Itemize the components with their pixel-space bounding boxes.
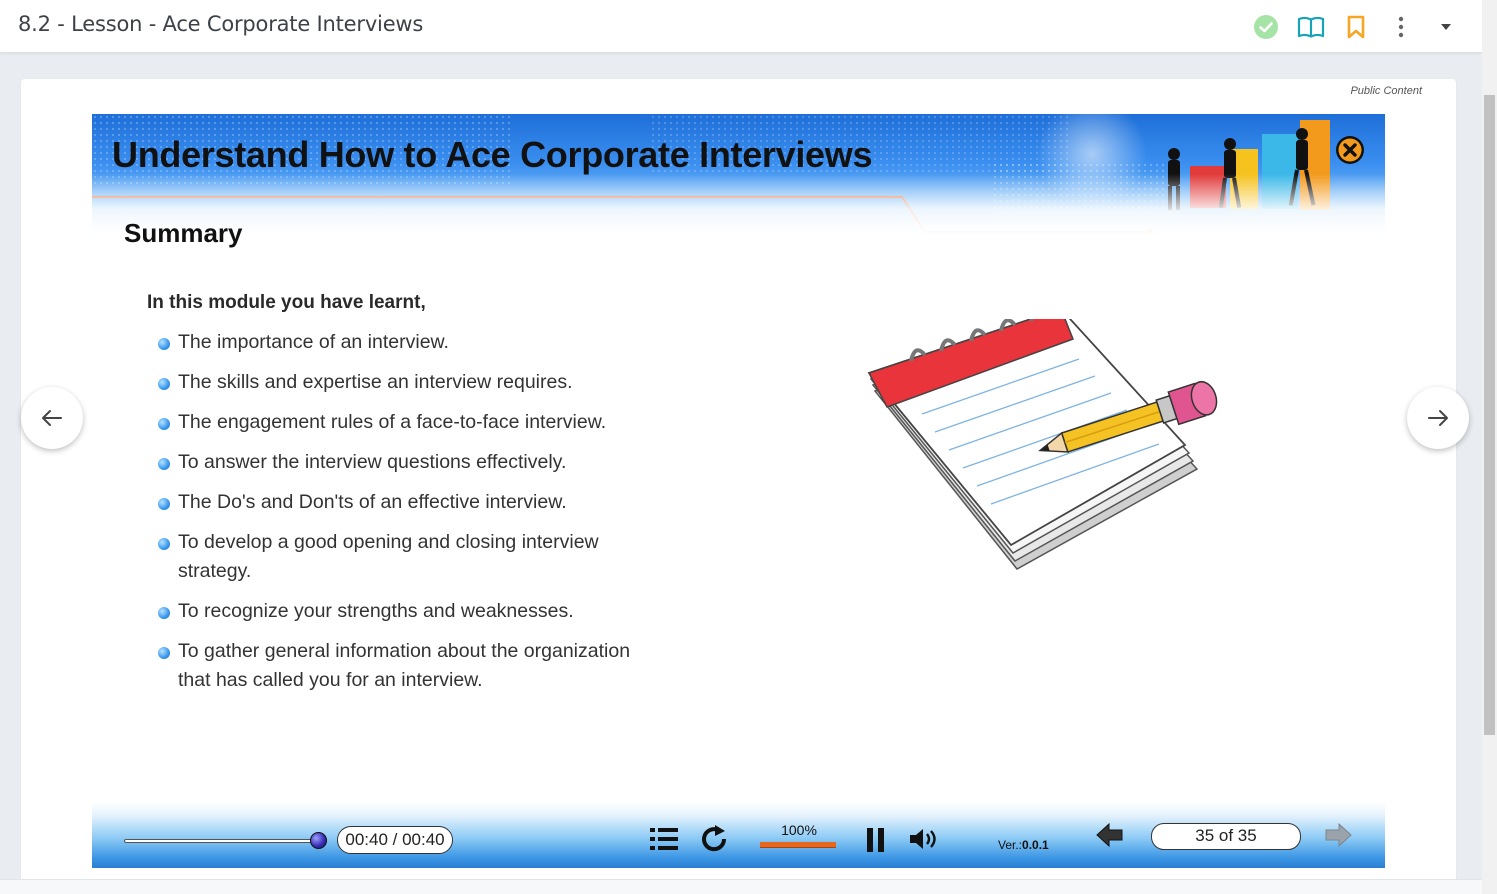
slide-title: Understand How to Ace Corporate Intervie… <box>112 134 873 175</box>
bullet-icon <box>158 378 170 390</box>
version-number: 0.0.1 <box>1022 838 1049 852</box>
list-item: The importance of an interview. <box>158 328 658 357</box>
bullet-icon <box>158 538 170 550</box>
banner-fade <box>92 174 1385 238</box>
list-item: To recognize your strengths and weakness… <box>158 597 658 626</box>
seek-handle[interactable] <box>310 832 327 849</box>
list-item-text: To gather general information about the … <box>178 640 631 691</box>
list-item-text: To develop a good opening and closing in… <box>178 531 599 582</box>
pause-icon[interactable] <box>866 827 886 858</box>
zoom-bar[interactable] <box>760 842 836 848</box>
list-item-text: To answer the interview questions effect… <box>178 451 567 473</box>
bullet-icon <box>158 458 170 470</box>
volume-icon[interactable] <box>909 826 939 857</box>
page-title: 8.2 - Lesson - Ace Corporate Interviews <box>18 12 424 36</box>
previous-page-button[interactable] <box>21 387 83 449</box>
list-item: To answer the interview questions effect… <box>158 448 658 477</box>
page-counter: 35 of 35 <box>1151 823 1301 850</box>
close-icon[interactable] <box>1335 135 1365 170</box>
bullet-icon <box>158 647 170 659</box>
list-item: The engagement rules of a face-to-face i… <box>158 408 658 437</box>
next-page-button[interactable] <box>1407 387 1469 449</box>
list-item: To gather general information about the … <box>158 637 658 695</box>
page-footer-strip <box>0 879 1482 894</box>
list-item-text: The skills and expertise an interview re… <box>178 371 573 393</box>
caret-down-icon[interactable] <box>1423 13 1468 41</box>
list-item-text: To recognize your strengths and weakness… <box>178 600 574 622</box>
list-item: The Do's and Don'ts of an effective inte… <box>158 488 658 517</box>
lesson-slide: Understand How to Ace Corporate Intervie… <box>92 114 1385 868</box>
check-circle-icon[interactable] <box>1243 13 1288 41</box>
more-vertical-icon[interactable] <box>1378 13 1423 41</box>
version-label: Ver.:0.0.1 <box>998 838 1049 852</box>
menu-list-icon[interactable] <box>650 826 678 857</box>
top-actions <box>1243 13 1468 41</box>
previous-arrow-icon[interactable] <box>1096 822 1124 853</box>
zoom-label: 100% <box>781 822 817 838</box>
bullet-icon <box>158 418 170 430</box>
list-item-text: The Do's and Don'ts of an effective inte… <box>178 491 567 513</box>
arrow-left-icon <box>42 410 62 426</box>
bullet-icon <box>158 338 170 350</box>
seek-track[interactable] <box>124 839 319 843</box>
page-scrollbar[interactable] <box>1482 0 1497 894</box>
arrow-right-icon <box>1428 410 1448 426</box>
top-bar: 8.2 - Lesson - Ace Corporate Interviews <box>0 0 1482 53</box>
bullet-icon <box>158 607 170 619</box>
replay-icon[interactable] <box>700 825 730 858</box>
list-item-text: The engagement rules of a face-to-face i… <box>178 411 607 433</box>
scrollbar-thumb[interactable] <box>1484 95 1495 735</box>
slide-banner: Understand How to Ace Corporate Intervie… <box>92 114 1385 238</box>
list-item-text: The importance of an interview. <box>178 331 449 353</box>
summary-intro: In this module you have learnt, <box>147 292 426 313</box>
book-open-icon[interactable] <box>1288 13 1333 41</box>
bookmark-icon[interactable] <box>1333 13 1378 41</box>
list-item: To develop a good opening and closing in… <box>158 528 658 586</box>
version-prefix: Ver.: <box>998 838 1023 852</box>
visibility-label: Public Content <box>1350 85 1422 97</box>
summary-list: The importance of an interview. The skil… <box>158 328 658 706</box>
player-controls: 00:40 / 00:40 100% Ver.:0.0.1 35 of 35 <box>92 802 1385 868</box>
next-arrow-icon[interactable] <box>1324 822 1352 853</box>
time-display: 00:40 / 00:40 <box>337 826 453 854</box>
bullet-icon <box>158 498 170 510</box>
section-heading: Summary <box>124 218 243 248</box>
list-item: The skills and expertise an interview re… <box>158 368 658 397</box>
notepad-pencil-illustration <box>867 307 1237 589</box>
